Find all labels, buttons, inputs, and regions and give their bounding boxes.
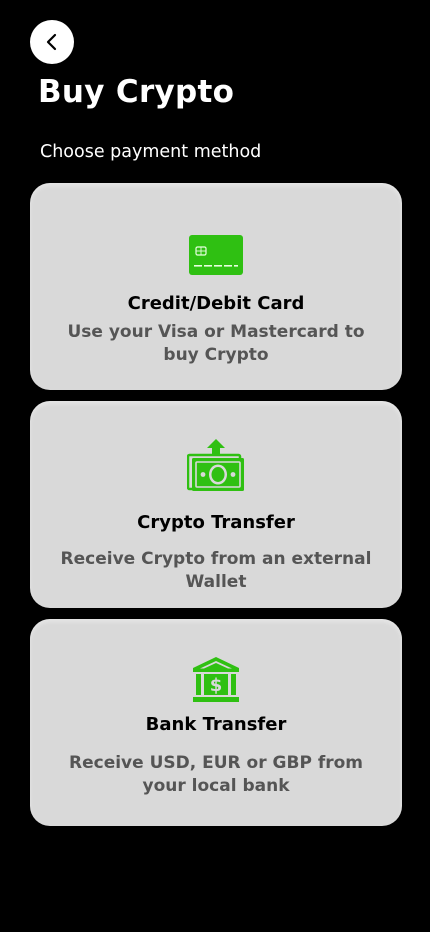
- payment-method-title: Crypto Transfer: [137, 512, 295, 533]
- chevron-left-icon: [46, 33, 57, 51]
- payment-method-card-crypto-transfer[interactable]: Crypto Transfer Receive Crypto from an e…: [30, 401, 402, 608]
- bank-icon: $: [193, 657, 239, 702]
- payment-method-title: Bank Transfer: [145, 714, 287, 735]
- back-button[interactable]: [30, 20, 74, 64]
- payment-method-title: Credit/Debit Card: [127, 293, 305, 314]
- payment-method-description: Use your Visa or Mastercard to buy Crypt…: [67, 322, 365, 365]
- payment-method-card-credit-debit[interactable]: Credit/Debit Card Use your Visa or Maste…: [30, 183, 402, 390]
- credit-card-icon: [189, 235, 243, 275]
- payment-method-description: Receive USD, EUR or GBP from your local …: [69, 753, 363, 796]
- svg-text:$: $: [210, 675, 223, 696]
- buy-crypto-screen: Buy Crypto Choose payment method Credit/…: [0, 0, 430, 932]
- money-transfer-icon: [187, 439, 244, 491]
- section-subtitle: Choose payment method: [40, 142, 262, 162]
- payment-method-description: Receive Crypto from an external Wallet: [60, 549, 372, 592]
- page-title: Buy Crypto: [38, 74, 235, 110]
- payment-method-card-bank-transfer[interactable]: $ Bank Transfer Receive USD, EUR or GBP …: [30, 619, 402, 826]
